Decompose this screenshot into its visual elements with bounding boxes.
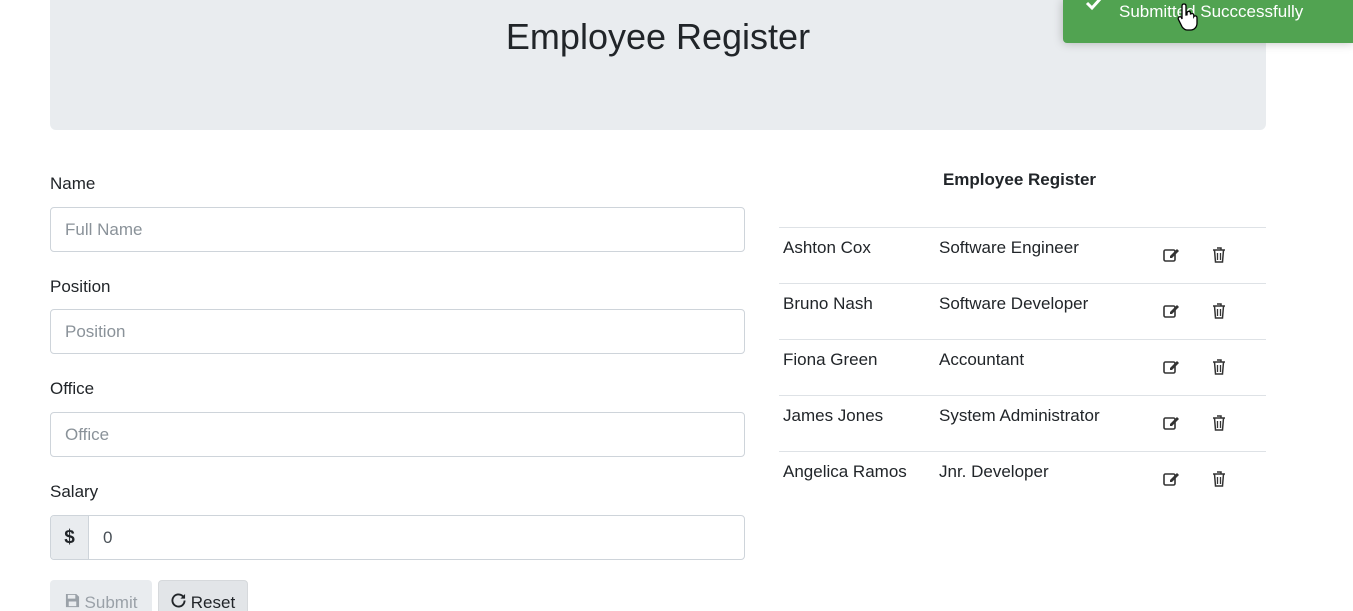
position-label: Position: [50, 277, 111, 296]
check-icon: [1085, 0, 1103, 16]
name-label: Name: [50, 174, 96, 193]
employee-position: Software Engineer: [939, 238, 1079, 257]
reset-button[interactable]: Reset: [158, 580, 248, 611]
employee-name: James Jones: [783, 406, 884, 425]
table-row: Fiona Green Accountant: [779, 339, 1266, 395]
employee-name: Angelica Ramos: [783, 462, 907, 481]
edit-icon[interactable]: [1162, 246, 1180, 264]
employee-position: System Administrator: [939, 406, 1100, 425]
office-input[interactable]: [50, 412, 745, 457]
employee-name: Bruno Nash: [783, 294, 873, 313]
employee-position: Accountant: [939, 350, 1025, 369]
office-label: Office: [50, 379, 95, 398]
currency-prefix: $: [51, 516, 89, 559]
table-row: Ashton Cox Software Engineer: [779, 227, 1266, 283]
trash-icon[interactable]: [1210, 470, 1228, 488]
employee-name: Ashton Cox: [783, 238, 871, 257]
submit-label: Submit: [84, 592, 138, 611]
trash-icon[interactable]: [1210, 246, 1228, 264]
toast-message: Submitted Succcessfully: [1119, 2, 1304, 21]
edit-icon[interactable]: [1162, 470, 1180, 488]
table-row: Angelica Ramos Jnr. Developer: [779, 451, 1266, 507]
hand-cursor-icon: [1177, 2, 1199, 37]
save-icon: [65, 593, 80, 611]
submit-button[interactable]: Submit: [50, 580, 152, 611]
trash-icon[interactable]: [1210, 358, 1228, 376]
edit-icon[interactable]: [1162, 414, 1180, 432]
salary-value[interactable]: 0: [103, 516, 112, 559]
salary-label: Salary: [50, 482, 99, 501]
table-title: Employee Register: [942, 170, 1097, 189]
reset-label: Reset: [190, 592, 236, 611]
page: Employee Register Name Position Office S…: [0, 0, 1353, 611]
salary-input[interactable]: $ 0: [50, 515, 745, 560]
trash-icon[interactable]: [1210, 302, 1228, 320]
name-input[interactable]: [50, 207, 745, 252]
trash-icon[interactable]: [1210, 414, 1228, 432]
success-toast[interactable]: Submitted Succcessfully: [1063, 0, 1353, 43]
employee-position: Jnr. Developer: [939, 462, 1049, 481]
table-row: James Jones System Administrator: [779, 395, 1266, 451]
refresh-icon: [171, 592, 186, 611]
employee-position: Software Developer: [939, 294, 1089, 313]
table-row: Bruno Nash Software Developer: [779, 283, 1266, 339]
edit-icon[interactable]: [1162, 302, 1180, 320]
edit-icon[interactable]: [1162, 358, 1180, 376]
position-input[interactable]: [50, 309, 745, 354]
employee-name: Fiona Green: [783, 350, 878, 369]
